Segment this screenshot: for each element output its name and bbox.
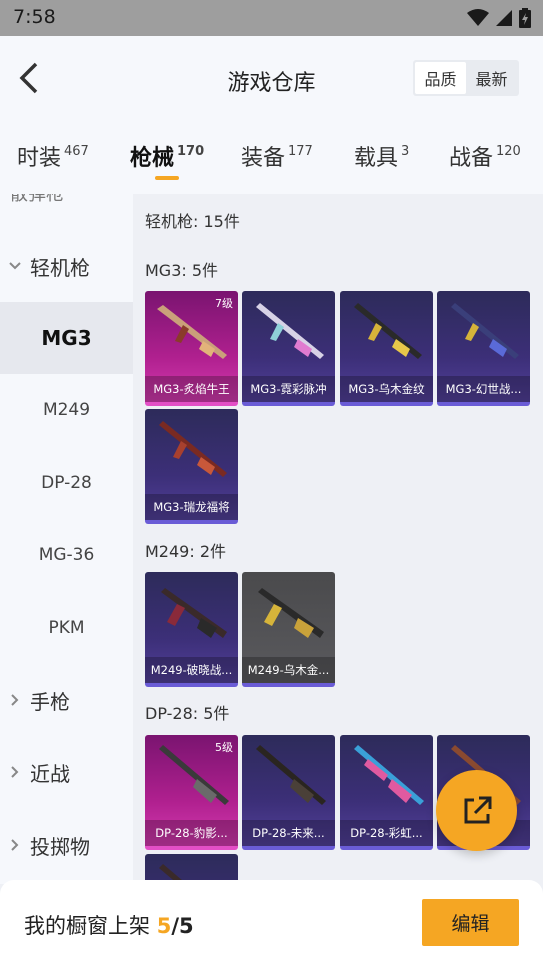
status-bar: 7:58 <box>0 0 543 36</box>
active-tab-indicator <box>155 176 179 180</box>
item-card-mg3-2[interactable]: MG3-霓彩脉冲 <box>242 291 335 406</box>
status-time: 7:58 <box>13 6 56 28</box>
chevron-down-icon <box>0 262 30 270</box>
item-name: M249-破晓战... <box>145 657 238 683</box>
gun-icon <box>354 303 422 359</box>
chevron-right-icon <box>0 766 30 778</box>
sort-quality-option[interactable]: 品质 <box>415 62 466 94</box>
sidebar-item-m249[interactable]: M249 <box>0 374 133 446</box>
sidebar-item-mg36[interactable]: MG-36 <box>0 519 133 591</box>
tab-label: 载具 <box>354 146 399 171</box>
gun-icon <box>159 421 227 477</box>
sidebar-category-pistol[interactable]: 手枪 <box>0 664 133 736</box>
tab-label: 时装 <box>17 146 62 171</box>
sidebar-category-lmg[interactable]: 轻机枪 <box>0 230 133 302</box>
tab-count: 177 <box>288 144 313 159</box>
tab-vehicles[interactable]: 载具 3 <box>354 140 409 172</box>
gun-icon <box>256 745 326 805</box>
tab-label: 战备 <box>449 146 494 171</box>
showcase-label: 我的橱窗上架 <box>24 914 157 938</box>
bottom-bar: 我的橱窗上架 5/5 编辑 <box>0 880 543 965</box>
sort-newest-option[interactable]: 最新 <box>466 62 517 94</box>
item-card-mg3-5[interactable]: MG3-瑞龙福将 <box>145 409 238 524</box>
showcase-total: 5 <box>178 914 194 938</box>
total-count-label: 轻机枪: 15件 <box>145 212 240 231</box>
sidebar: 散弹枪 轻机枪 MG3 M249 DP-28 MG-36 PKM 手枪 近战 投… <box>0 194 133 884</box>
battery-icon <box>519 8 531 32</box>
header: 游戏仓库 品质 最新 <box>0 36 543 124</box>
gun-icon <box>256 303 324 359</box>
section-title-dp28: DP-28: 5件 <box>145 704 230 723</box>
tab-count: 3 <box>401 144 410 159</box>
item-card-m249-1[interactable]: M249-破晓战... <box>145 572 238 687</box>
section-title-m249: M249: 2件 <box>145 542 227 561</box>
item-card-mg3-1[interactable]: 7级 MG3-炙焰牛王 <box>145 291 238 406</box>
share-icon <box>464 796 491 823</box>
item-card-dp28-3[interactable]: DP-28-彩虹... <box>340 735 433 850</box>
showcase-slash: / <box>171 914 179 938</box>
sidebar-category-melee[interactable]: 近战 <box>0 736 133 808</box>
share-fab-button[interactable] <box>436 770 517 851</box>
showcase-status: 我的橱窗上架 5/5 <box>24 910 194 940</box>
wifi-icon <box>467 9 489 31</box>
item-name: MG3-霓彩脉冲 <box>242 376 335 402</box>
chevron-right-icon <box>0 694 30 706</box>
tab-label: 装备 <box>241 146 286 171</box>
status-icons <box>467 8 531 32</box>
signal-icon <box>495 9 513 31</box>
gun-icon <box>159 745 229 805</box>
gun-icon <box>161 588 227 638</box>
item-name: MG3-炙焰牛王 <box>145 376 238 402</box>
sidebar-item-mg3[interactable]: MG3 <box>0 302 133 374</box>
tab-count: 467 <box>64 144 89 159</box>
chevron-right-icon <box>0 839 30 851</box>
item-card-dp28-2[interactable]: DP-28-未来... <box>242 735 335 850</box>
item-name: DP-28-未来... <box>242 820 335 846</box>
item-card-mg3-4[interactable]: MG3-幻世战... <box>437 291 530 406</box>
sidebar-category-label: 手枪 <box>30 689 70 714</box>
tab-supplies[interactable]: 战备 120 <box>449 140 521 172</box>
sidebar-category-label: 近战 <box>30 761 70 786</box>
item-name: M249-乌木金... <box>242 657 335 683</box>
edit-button[interactable]: 编辑 <box>422 899 519 946</box>
item-card-m249-2[interactable]: M249-乌木金... <box>242 572 335 687</box>
gun-icon <box>354 745 424 805</box>
tab-firearms[interactable]: 枪械 170 <box>130 140 204 172</box>
item-name: DP-28-豹影... <box>145 820 238 846</box>
sidebar-category-throwable[interactable]: 投掷物 <box>0 809 133 881</box>
item-name: DP-28-彩虹... <box>340 820 433 846</box>
tab-fashion[interactable]: 时装 467 <box>17 140 89 172</box>
tab-count: 170 <box>177 144 205 159</box>
item-card-mg3-3[interactable]: MG3-乌木金纹 <box>340 291 433 406</box>
tab-count: 120 <box>496 144 521 159</box>
sidebar-item-shotgun-partial[interactable]: 散弹枪 <box>10 194 64 206</box>
sidebar-item-dp28[interactable]: DP-28 <box>0 447 133 519</box>
sort-toggle: 品质 最新 <box>413 60 519 96</box>
sidebar-category-label: 投掷物 <box>30 834 90 859</box>
item-name: MG3-瑞龙福将 <box>145 494 238 520</box>
gun-icon <box>451 303 519 359</box>
category-tabs: 时装 467 枪械 170 装备 177 载具 3 战备 120 <box>0 124 543 194</box>
item-card-dp28-1[interactable]: 5级 DP-28-豹影... <box>145 735 238 850</box>
item-name: MG3-幻世战... <box>437 376 530 402</box>
item-name: MG3-乌木金纹 <box>340 376 433 402</box>
tab-label: 枪械 <box>130 146 175 171</box>
section-title-mg3: MG3: 5件 <box>145 261 219 280</box>
showcase-current: 5 <box>156 914 172 938</box>
sidebar-category-label: 轻机枪 <box>30 255 90 280</box>
gun-icon <box>258 588 324 638</box>
tab-equipment[interactable]: 装备 177 <box>241 140 313 172</box>
gun-icon <box>157 305 227 359</box>
sidebar-item-pkm[interactable]: PKM <box>0 592 133 664</box>
